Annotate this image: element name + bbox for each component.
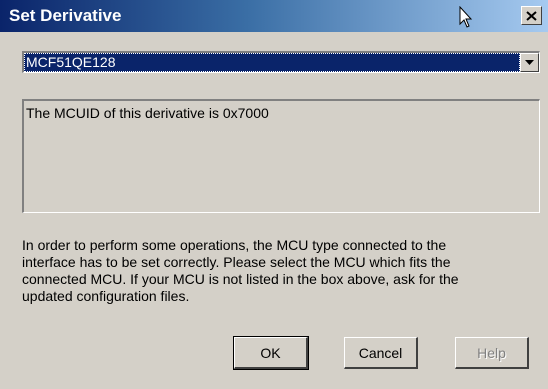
set-derivative-dialog: Set Derivative MCF51QE128 The MCUID of t… [0,0,548,389]
close-icon [526,10,537,21]
dialog-title: Set Derivative [9,6,122,25]
derivative-info-text: The MCUID of this derivative is 0x7000 [26,105,269,121]
chevron-down-icon [525,59,534,65]
help-text-line: interface has to be set correctly. Pleas… [22,254,451,270]
ok-button[interactable]: OK [233,336,309,370]
title-bar[interactable]: Set Derivative [0,0,548,32]
mouse-cursor-icon [459,6,473,28]
derivative-select-value: MCF51QE128 [24,53,520,72]
help-text-line: In order to perform some operations, the… [22,237,447,253]
help-text-line: updated configuration files. [22,288,190,304]
help-text: In order to perform some operations, the… [22,237,542,305]
derivative-info-box: The MCUID of this derivative is 0x7000 [22,99,540,213]
derivative-select-arrow[interactable] [520,53,539,72]
help-text-line: connected MCU. If your MCU is not listed… [22,271,459,287]
cancel-button[interactable]: Cancel [344,337,418,369]
close-button[interactable] [521,6,542,25]
help-button: Help [455,337,529,369]
derivative-select[interactable]: MCF51QE128 [22,51,540,73]
